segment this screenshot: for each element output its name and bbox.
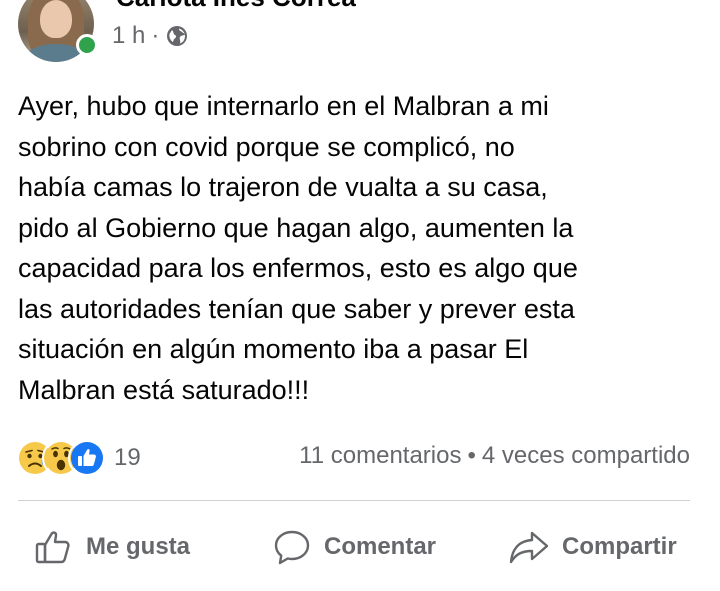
shares-count[interactable]: 4 veces compartido — [482, 442, 690, 469]
comment-label: Comentar — [324, 533, 437, 560]
like-reaction-icon — [68, 439, 106, 477]
share-label: Compartir — [562, 533, 677, 560]
stats-separator: • — [467, 442, 476, 469]
reaction-count: 19 — [114, 444, 141, 471]
online-status-dot — [76, 34, 98, 56]
avatar-face — [40, 0, 72, 38]
post-text: Ayer, hubo que internarlo en el Malbran … — [18, 91, 578, 405]
facebook-post: Carlota Inés Correa 1 h · Ayer, hubo que… — [0, 0, 720, 591]
reactions-summary[interactable]: 19 — [16, 439, 141, 477]
post-stats: 11 comentarios • 4 veces compartido — [299, 442, 690, 470]
globe-icon[interactable] — [165, 24, 189, 48]
meta-separator: · — [151, 22, 160, 49]
comment-bubble-icon — [272, 527, 312, 567]
share-arrow-icon — [508, 527, 550, 567]
like-label: Me gusta — [86, 533, 191, 560]
comments-count[interactable]: 11 comentarios — [299, 442, 461, 469]
post-meta: 1 h · — [112, 22, 189, 50]
author-name[interactable]: Carlota Inés Correa — [116, 0, 356, 13]
divider — [18, 500, 690, 501]
like-button[interactable]: Me gusta — [34, 524, 190, 570]
thumbs-up-icon — [34, 527, 74, 567]
comment-button[interactable]: Comentar — [272, 524, 436, 570]
share-button[interactable]: Compartir — [508, 524, 677, 570]
post-time[interactable]: 1 h — [112, 22, 145, 50]
